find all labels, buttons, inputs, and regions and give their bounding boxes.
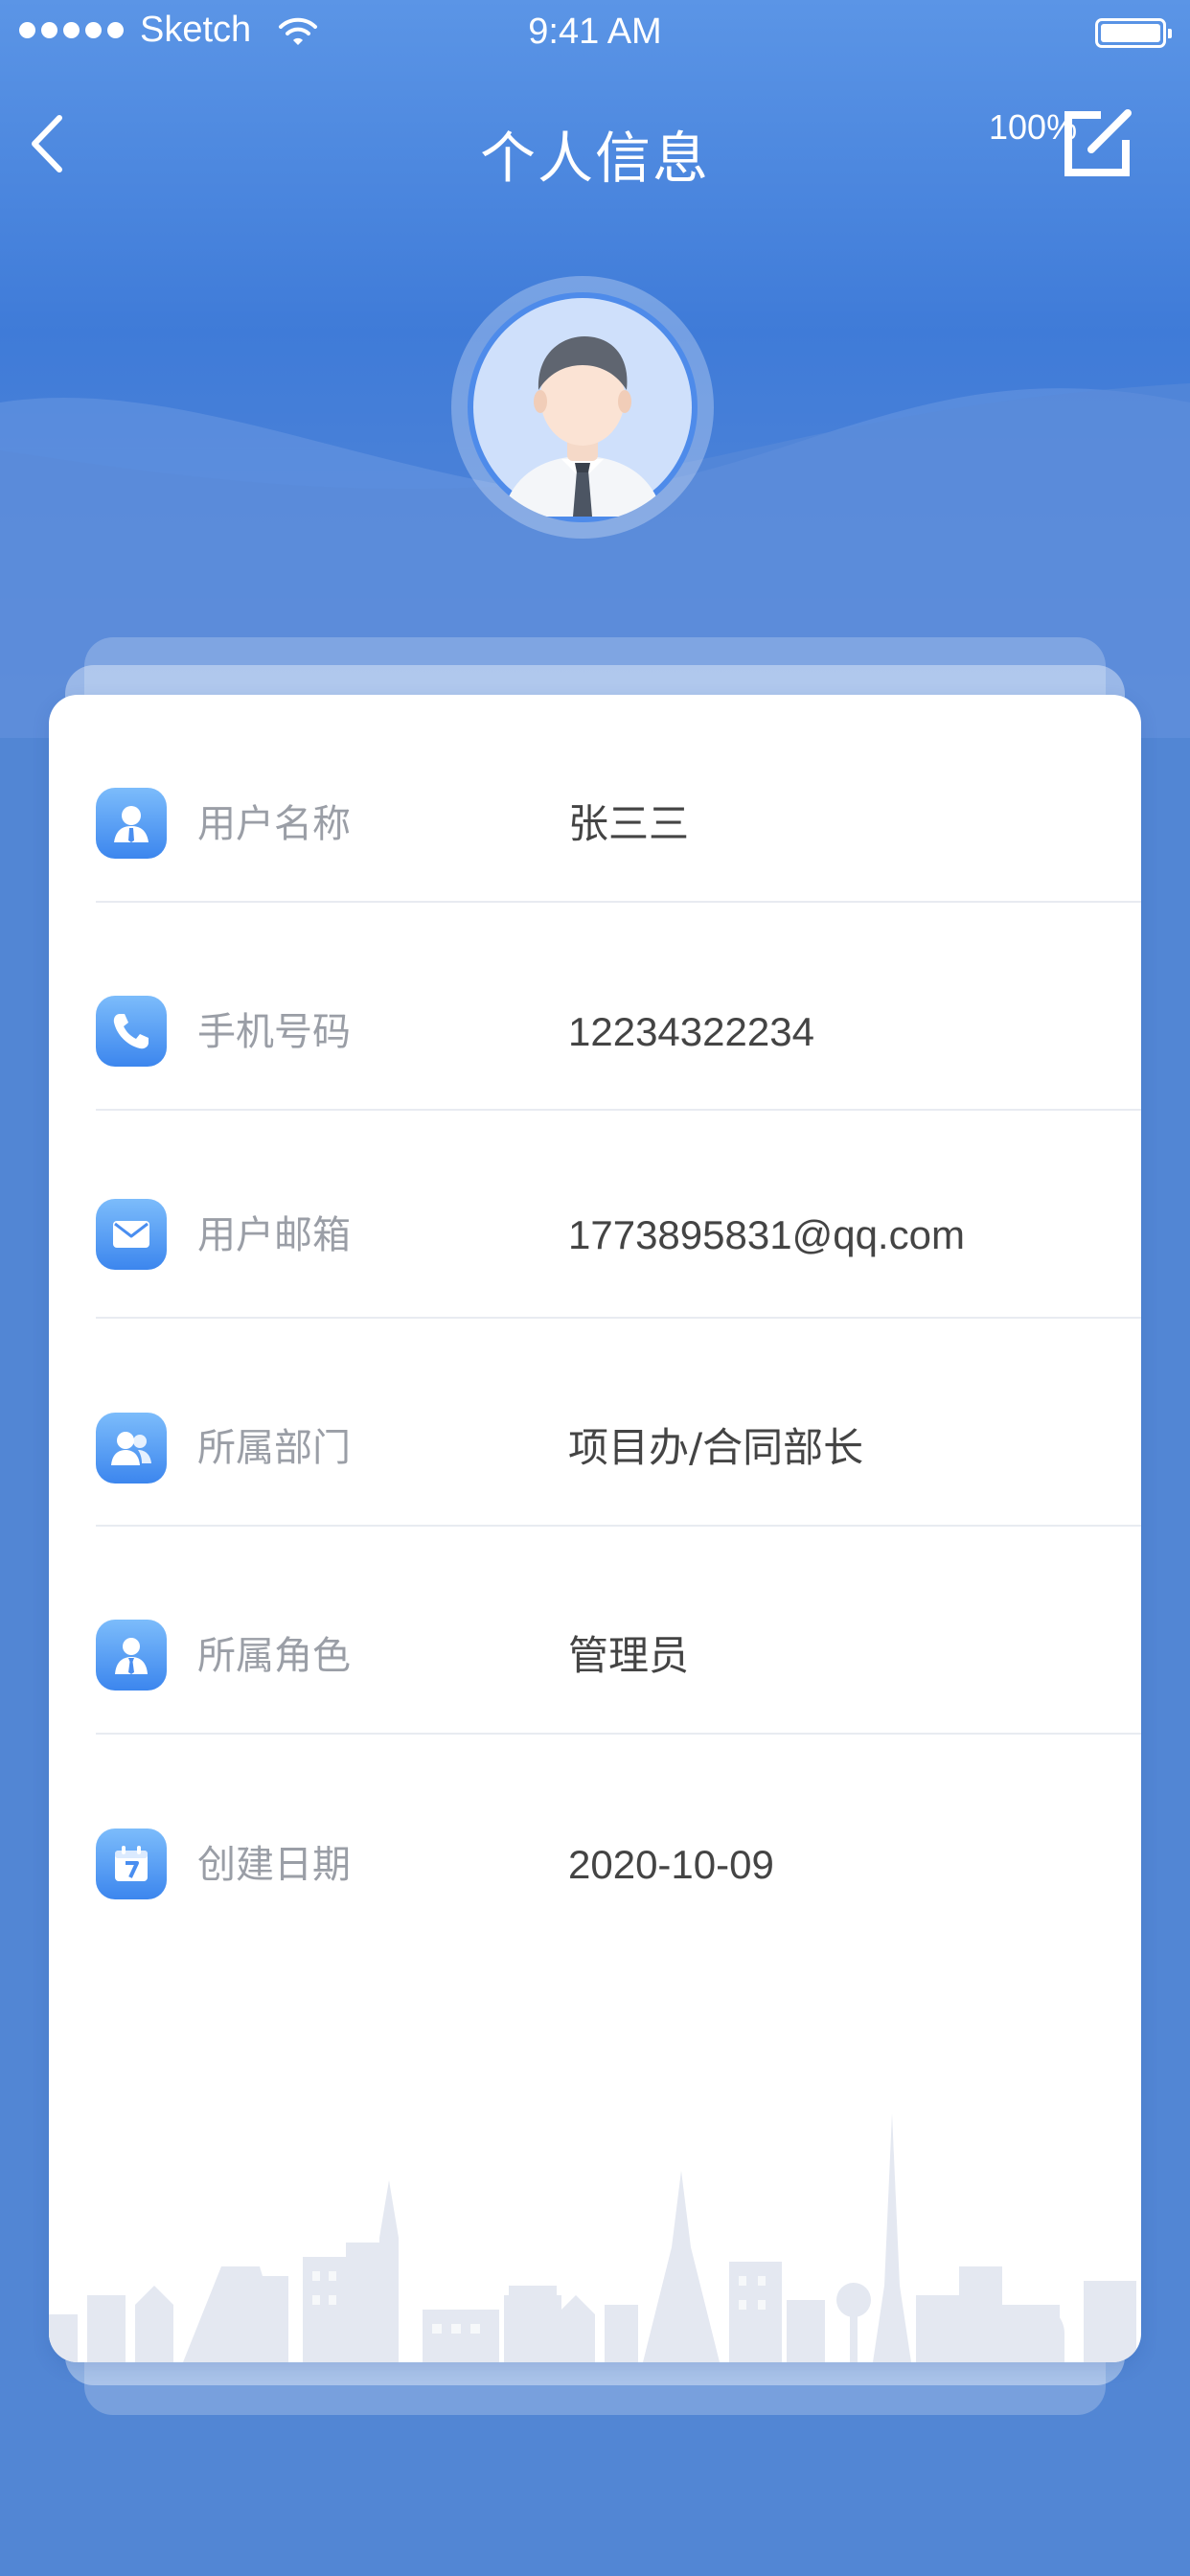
battery-icon [1095, 18, 1172, 48]
row-value: 管理员 [568, 1632, 690, 1679]
row-label: 用户邮箱 [197, 1213, 351, 1257]
mail-icon [96, 1199, 167, 1270]
profile-row-role: 所属角色 管理员 [49, 1527, 1141, 1735]
row-value: 12234322234 [568, 1009, 814, 1054]
status-bar: Sketch 9:41 AM [0, 0, 1190, 67]
user-icon [96, 788, 167, 859]
row-value: 张三三 [568, 800, 690, 847]
avatar[interactable] [451, 276, 714, 539]
group-icon [96, 1413, 167, 1484]
profile-row-created-date: 创建日期 2020-10-09 [49, 1735, 1141, 1943]
profile-row-department: 所属部门 项目办/合同部长 [49, 1319, 1141, 1527]
role-icon [96, 1620, 167, 1690]
city-skyline-illustration [49, 2113, 1136, 2362]
edit-button[interactable] [1059, 105, 1135, 182]
edit-icon [1064, 109, 1132, 176]
row-label: 创建日期 [197, 1843, 351, 1887]
profile-row-phone: 手机号码 12234322234 [49, 903, 1141, 1111]
row-value: 2020-10-09 [568, 1842, 774, 1887]
page-title: 个人信息 [479, 126, 710, 191]
row-label: 所属角色 [197, 1634, 351, 1678]
phone-icon [96, 996, 167, 1067]
profile-row-username: 用户名称 张三三 [49, 695, 1141, 903]
status-time: 9:41 AM [528, 12, 662, 52]
row-value: 项目办/合同部长 [568, 1424, 864, 1471]
calendar-icon [96, 1828, 167, 1899]
row-label: 手机号码 [197, 1010, 351, 1054]
profile-row-email: 用户邮箱 1773895831@qq.com [49, 1111, 1141, 1319]
row-label: 用户名称 [197, 802, 351, 846]
profile-card: 用户名称 张三三 手机号码 12234322234 用户邮箱 177389583… [49, 695, 1141, 2362]
user-avatar-image [468, 292, 698, 522]
row-label: 所属部门 [197, 1426, 351, 1470]
row-value: 1773895831@qq.com [568, 1212, 965, 1257]
